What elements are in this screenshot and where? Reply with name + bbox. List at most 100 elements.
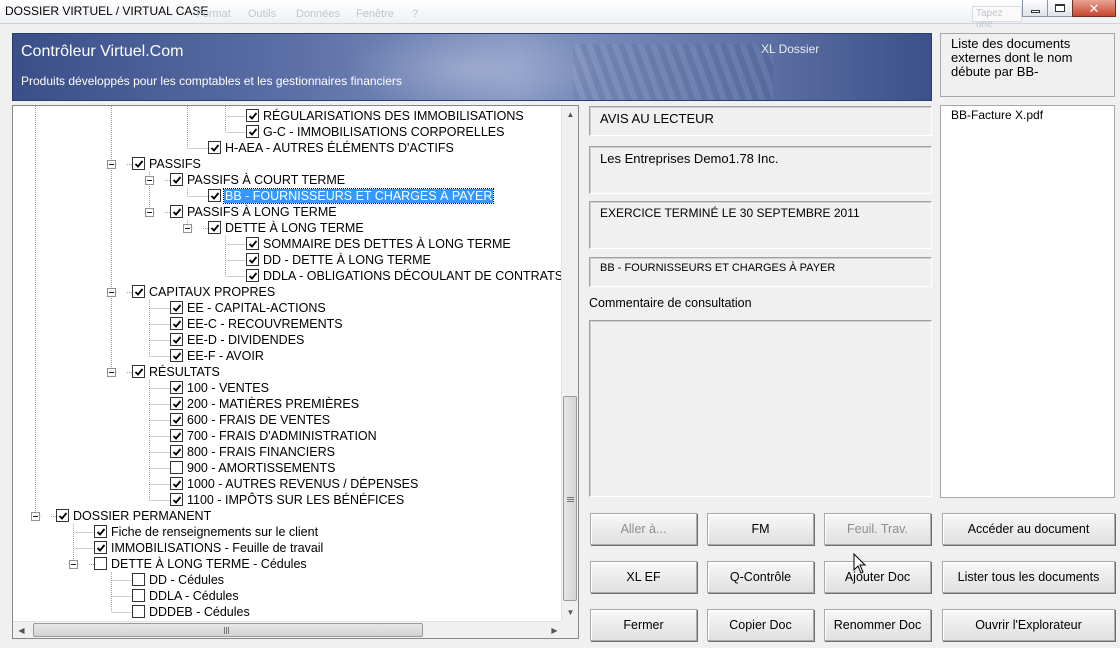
minimize-icon — [1030, 9, 1040, 13]
checkbox[interactable] — [94, 525, 107, 538]
bg-menu-help: ? — [412, 8, 419, 20]
banner-title: Contrôleur Virtuel.Com — [21, 43, 184, 60]
checkmark-icon — [58, 511, 67, 520]
checkbox[interactable] — [170, 173, 183, 186]
checkbox[interactable] — [170, 493, 183, 506]
scroll-thumb[interactable] — [563, 396, 577, 601]
checkbox[interactable] — [246, 237, 259, 250]
close-form-button[interactable]: Fermer — [590, 609, 697, 641]
checkbox[interactable] — [246, 125, 259, 138]
tree-node-label: 200 - MATIÈRES PREMIÈRES — [187, 397, 360, 411]
comment-textarea[interactable] — [589, 320, 932, 497]
checkbox[interactable] — [170, 461, 183, 474]
checkbox[interactable] — [246, 109, 259, 122]
access-document-button[interactable]: Accéder au document — [942, 513, 1115, 545]
copy-document-button[interactable]: Copier Doc — [707, 609, 814, 641]
tree-expander-dette-cedules[interactable] — [69, 560, 78, 569]
list-item[interactable]: BB-Facture X.pdf — [951, 108, 1104, 122]
report-type-field: AVIS AU LECTEUR — [589, 106, 932, 136]
tree-node-label: RÉGULARISATIONS DES IMMOBILISATIONS — [263, 109, 524, 123]
checkbox[interactable] — [170, 349, 183, 362]
checkbox[interactable] — [132, 285, 145, 298]
checkbox[interactable] — [132, 573, 145, 586]
checkmark-icon — [134, 367, 143, 376]
tree-node-label: SOMMAIRE DES DETTES À LONG TERME — [263, 237, 511, 251]
checkbox[interactable] — [208, 189, 221, 202]
bg-menu-format: Format — [196, 8, 231, 20]
checkbox[interactable] — [246, 269, 259, 282]
tree-expander-passifs-long[interactable] — [145, 208, 154, 217]
checkbox[interactable] — [170, 429, 183, 442]
fm-button[interactable]: FM — [707, 513, 814, 545]
grip-icon — [224, 627, 230, 634]
dossier-tree[interactable]: RÉGULARISATIONS DES IMMOBILISATIONS G-C … — [12, 105, 579, 639]
close-button[interactable]: ✕ — [1072, 0, 1116, 17]
tree-node-label: RÉSULTATS — [149, 365, 220, 379]
scroll-thumb[interactable] — [33, 623, 423, 637]
tree-expander-dossier-permanent[interactable] — [31, 512, 40, 521]
banner-product-tag: XL Dossier — [761, 42, 820, 56]
maximize-button[interactable] — [1047, 0, 1073, 17]
checkbox[interactable] — [56, 509, 69, 522]
checkbox[interactable] — [246, 253, 259, 266]
checkmark-icon — [210, 223, 219, 232]
rename-document-button[interactable]: Renommer Doc — [824, 609, 931, 641]
current-section-field: BB - FOURNISSEURS ET CHARGES À PAYER — [589, 257, 932, 287]
checkbox[interactable] — [132, 589, 145, 602]
checkbox[interactable] — [132, 157, 145, 170]
checkbox[interactable] — [132, 605, 145, 618]
maximize-icon — [1055, 4, 1065, 12]
checkbox[interactable] — [170, 445, 183, 458]
checkbox[interactable] — [94, 557, 107, 570]
tree-expander-passifs[interactable] — [107, 160, 116, 169]
checkbox[interactable] — [170, 333, 183, 346]
checkbox[interactable] — [94, 541, 107, 554]
q-controle-button[interactable]: Q-Contrôle — [707, 561, 814, 593]
tree-node-label: 100 - VENTES — [187, 381, 269, 395]
tree-node-label: EE - CAPITAL-ACTIONS — [187, 301, 326, 315]
tree-expander-resultats[interactable] — [107, 368, 116, 377]
tree-node-label: DDLA - Cédules — [149, 589, 239, 603]
checkbox[interactable] — [170, 397, 183, 410]
tree-expander-passifs-court[interactable] — [145, 176, 154, 185]
checkbox[interactable] — [170, 381, 183, 394]
checkbox[interactable] — [208, 221, 221, 234]
checkbox[interactable] — [170, 413, 183, 426]
window-controls: ✕ — [1022, 0, 1116, 17]
tree-node-label: BB - FOURNISSEURS ET CHARGES À PAYER — [222, 188, 495, 204]
open-explorer-button[interactable]: Ouvrir l'Explorateur — [942, 609, 1115, 641]
checkbox[interactable] — [208, 141, 221, 154]
checkmark-icon — [210, 191, 219, 200]
scroll-left-icon[interactable]: ◀ — [13, 622, 30, 638]
scroll-down-icon[interactable]: ▼ — [562, 604, 578, 621]
checkbox[interactable] — [170, 317, 183, 330]
xl-ef-button[interactable]: XL EF — [590, 561, 697, 593]
checkmark-icon — [96, 527, 105, 536]
tree-vertical-scrollbar[interactable]: ▲ ▼ — [561, 106, 578, 621]
checkbox[interactable] — [170, 477, 183, 490]
add-document-button[interactable]: Ajouter Doc — [824, 561, 931, 593]
goto-button[interactable]: Aller à... — [590, 513, 697, 545]
header-banner: Contrôleur Virtuel.Com Produits développ… — [12, 33, 932, 101]
documents-list[interactable]: BB-Facture X.pdf — [940, 105, 1115, 498]
tree-node-label: 700 - FRAIS D'ADMINISTRATION — [187, 429, 377, 443]
tree-horizontal-scrollbar[interactable]: ◀ ▶ — [13, 621, 563, 638]
tree-node-label: PASSIFS À COURT TERME — [187, 173, 346, 187]
checkbox[interactable] — [170, 205, 183, 218]
checkmark-icon — [134, 287, 143, 296]
tree-node-label: Fiche de renseignements sur le client — [111, 525, 319, 539]
worksheet-button[interactable]: Feuil. Trav. — [824, 513, 931, 545]
bg-menu-outils: Outils — [248, 8, 277, 20]
tree-node-label: EE-F - AVOIR — [187, 349, 264, 363]
scroll-up-icon[interactable]: ▲ — [562, 106, 578, 123]
tree-expander-capitaux[interactable] — [107, 288, 116, 297]
checkbox[interactable] — [132, 365, 145, 378]
tree-expander-dette-long[interactable] — [183, 224, 192, 233]
banner-texture — [573, 44, 773, 100]
list-all-documents-button[interactable]: Lister tous les documents — [942, 561, 1115, 593]
checkmark-icon — [172, 319, 181, 328]
minimize-button[interactable] — [1022, 0, 1048, 17]
checkbox[interactable] — [170, 301, 183, 314]
tree-node-label: DETTE À LONG TERME — [225, 221, 364, 235]
grip-icon — [567, 497, 574, 503]
